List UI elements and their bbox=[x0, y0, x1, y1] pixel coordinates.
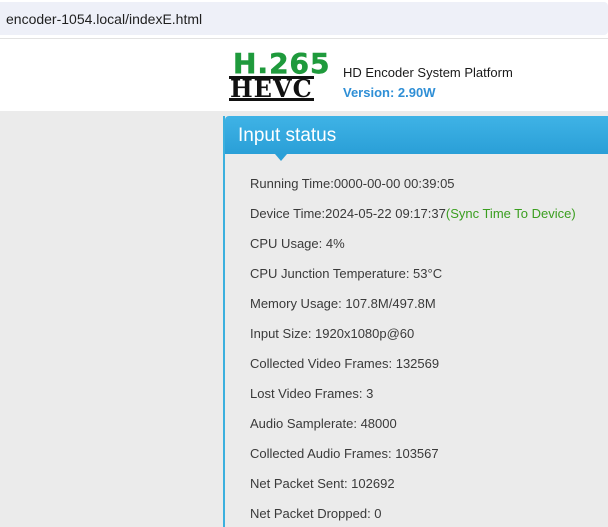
sync-time-link[interactable]: (Sync Time To Device) bbox=[446, 206, 576, 221]
memory-usage-row: Memory Usage: 107.8M/497.8M bbox=[250, 296, 436, 311]
device-time-row: Device Time:2024-05-22 09:17:37(Sync Tim… bbox=[250, 206, 608, 236]
input-size-row: Input Size: 1920x1080p@60 bbox=[250, 326, 415, 341]
panel-caret-icon bbox=[275, 154, 287, 161]
collected-audio-row: Collected Audio Frames: 103567 bbox=[250, 446, 439, 461]
input-status-panel: Input status Running Time:0000-00-00 00:… bbox=[223, 116, 608, 527]
browser-url-bar[interactable]: encoder-1054.local/indexE.html bbox=[0, 0, 608, 39]
url-field[interactable]: encoder-1054.local/indexE.html bbox=[0, 2, 608, 35]
version-label: Version: 2.90W bbox=[343, 85, 436, 100]
net-sent-row: Net Packet Sent: 102692 bbox=[250, 476, 395, 491]
running-time-row: Running Time:0000-00-00 00:39:05 bbox=[250, 176, 455, 191]
page-header: H.265 HEVC HD Encoder System Platform Ve… bbox=[0, 39, 608, 111]
logo-hevc-text: HEVC bbox=[229, 74, 314, 103]
lost-video-row: Lost Video Frames: 3 bbox=[250, 386, 374, 401]
net-dropped-row: Net Packet Dropped: 0 bbox=[250, 506, 382, 521]
url-text[interactable]: encoder-1054.local/indexE.html bbox=[6, 11, 202, 27]
panel-header: Input status bbox=[225, 116, 608, 154]
cpu-temp-row: CPU Junction Temperature: 53°C bbox=[250, 266, 443, 281]
status-list: Running Time:0000-00-00 00:39:05 Device … bbox=[250, 176, 608, 527]
audio-samplerate-row: Audio Samplerate: 48000 bbox=[250, 416, 397, 431]
cpu-usage-row: CPU Usage: 4% bbox=[250, 236, 345, 251]
collected-video-row: Collected Video Frames: 132569 bbox=[250, 356, 440, 371]
device-time-text: Device Time:2024-05-22 09:17:37 bbox=[250, 206, 446, 221]
panel-title: Input status bbox=[238, 125, 337, 146]
h265-hevc-logo: H.265 HEVC bbox=[229, 47, 335, 103]
platform-title: HD Encoder System Platform bbox=[343, 65, 513, 80]
